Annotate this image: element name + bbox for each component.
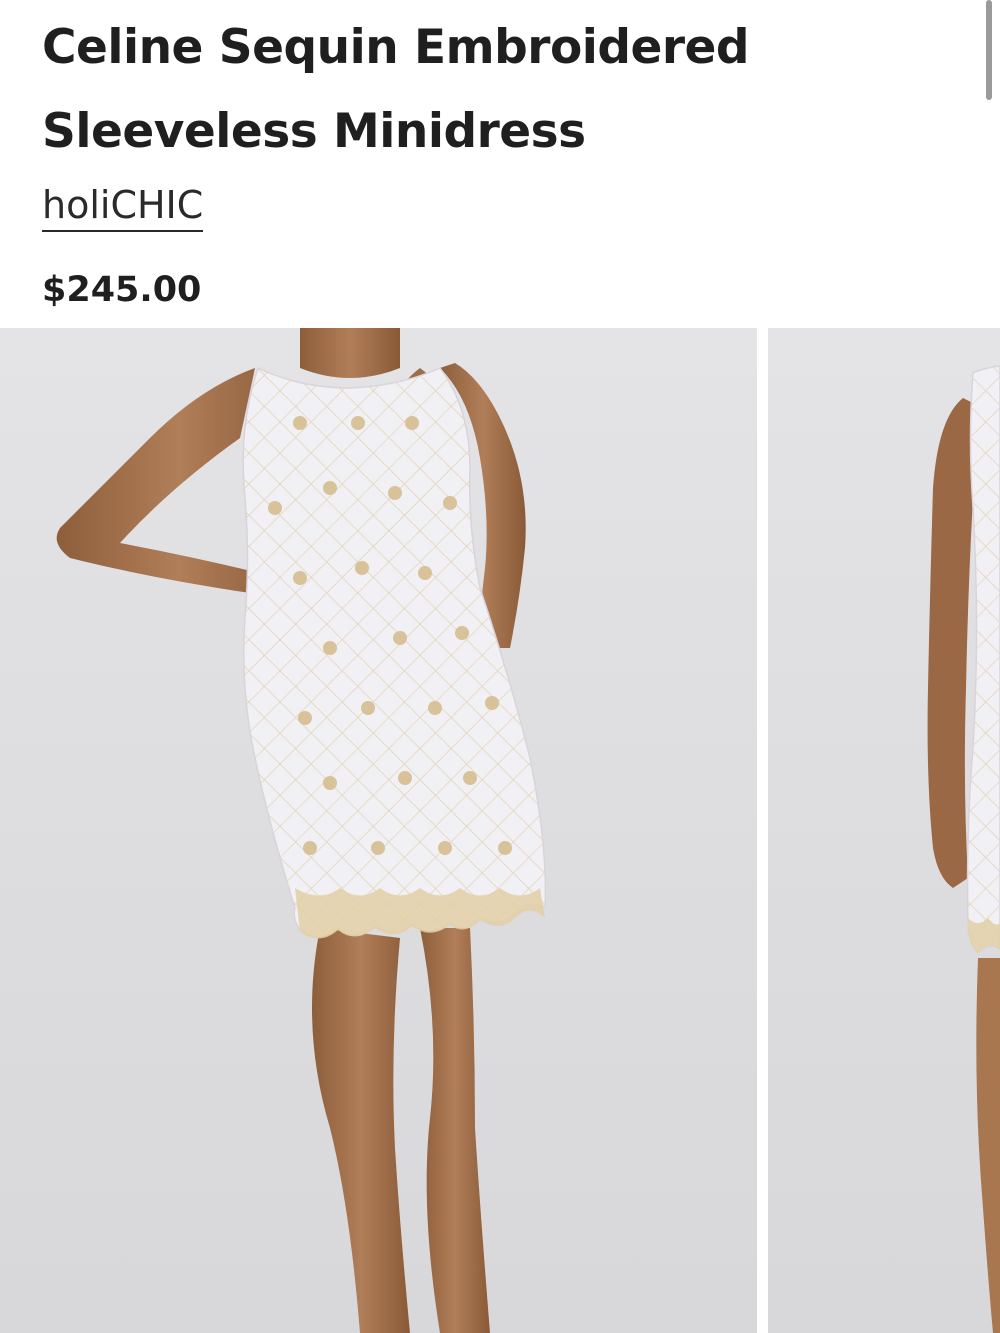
product-photo-2 — [927, 365, 1000, 1333]
product-title: Celine Sequin Embroidered Sleeveless Min… — [42, 20, 750, 159]
gallery-image-1[interactable] — [0, 328, 757, 1333]
gallery-image-2[interactable] — [768, 328, 1000, 1333]
product-page: Celine Sequin Embroidered Sleeveless Min… — [0, 0, 1000, 1333]
product-photo-1 — [56, 328, 547, 1333]
brand-link[interactable]: holiCHIC — [42, 182, 204, 232]
product-price: $245.00 — [42, 270, 202, 310]
scrollbar[interactable] — [986, 0, 992, 100]
product-header: Celine Sequin Embroidered Sleeveless Min… — [42, 0, 942, 232]
image-gallery[interactable] — [0, 328, 1000, 1333]
